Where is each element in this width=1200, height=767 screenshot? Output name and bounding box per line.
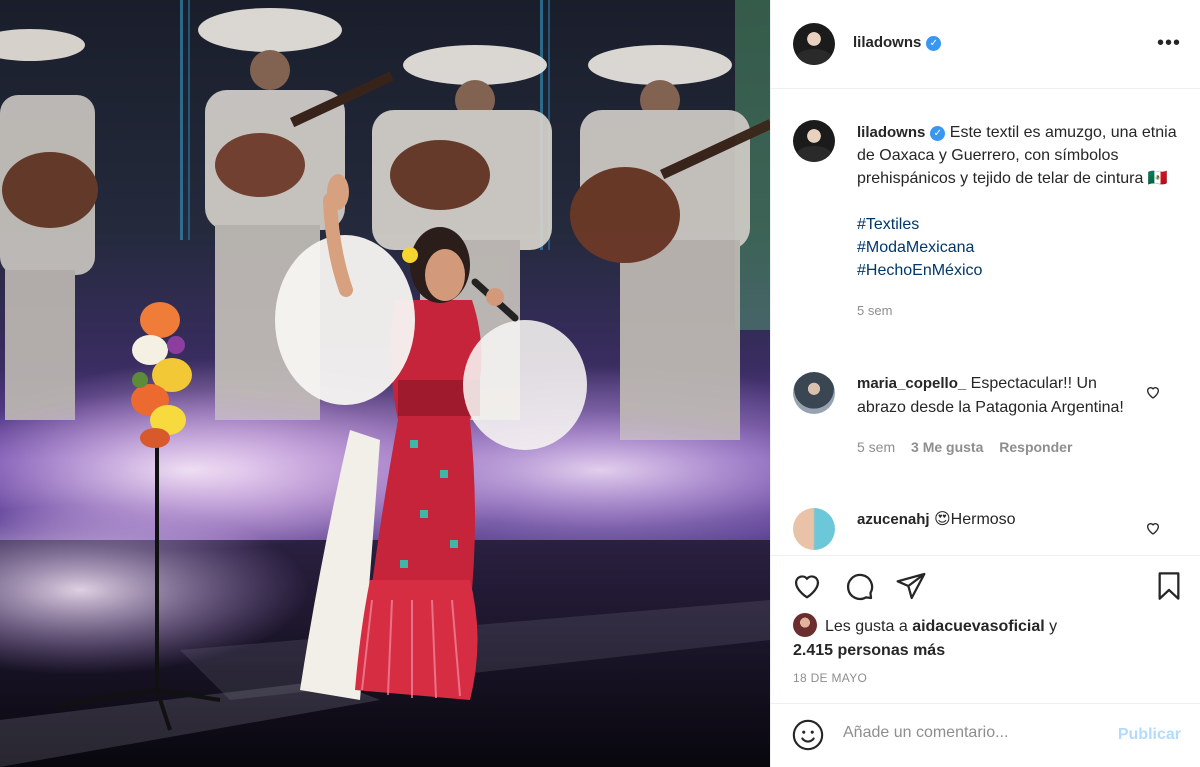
hashtag-link[interactable]: #ModaMexicana — [857, 236, 1177, 259]
post-side-panel: liladowns ✓ ••• liladowns ✓ Este textil es… — [770, 0, 1200, 767]
likes-conj: y — [1049, 618, 1058, 635]
comment-icon[interactable] — [843, 570, 875, 602]
comment-input[interactable] — [843, 724, 1103, 742]
emoji-icon[interactable] — [791, 718, 825, 752]
comment-time[interactable]: 5 sem — [857, 439, 895, 455]
commenter-username[interactable]: maria_copello_ — [857, 375, 966, 392]
comments-section[interactable]: liladowns ✓ Este textil es amuzgo, una et… — [771, 90, 1200, 555]
publish-button[interactable]: Publicar — [1118, 726, 1181, 744]
commenter-avatar[interactable] — [793, 508, 835, 550]
share-icon[interactable] — [895, 570, 927, 602]
comment-likes[interactable]: 3 Me gusta — [911, 439, 983, 455]
caption-username[interactable]: liladowns — [857, 124, 925, 141]
liker-avatar[interactable] — [793, 613, 817, 637]
caption-author-avatar[interactable] — [793, 120, 835, 162]
caption-time[interactable]: 5 sem — [857, 299, 1177, 322]
hashtag-link[interactable]: #HechoEnMéxico — [857, 259, 1177, 282]
author-avatar[interactable] — [793, 23, 835, 65]
verified-badge-icon: ✓ — [930, 126, 946, 141]
likes-count[interactable]: 2.415 personas más — [793, 642, 945, 659]
more-options-icon[interactable]: ••• — [1157, 33, 1181, 53]
verified-badge-icon: ✓ — [926, 36, 942, 51]
likes-prefix: Les gusta a — [825, 618, 908, 635]
author-username[interactable]: liladowns — [853, 34, 921, 51]
likes-summary: Les gusta a aidacuevasoficial y 2.415 pe… — [793, 613, 1183, 663]
commenter-avatar[interactable] — [793, 372, 835, 414]
post-photo[interactable] — [0, 0, 770, 767]
post-header: liladowns ✓ ••• — [771, 0, 1200, 89]
hashtag-link[interactable]: #Textiles — [857, 213, 1177, 236]
like-heart-icon[interactable] — [791, 570, 823, 602]
post-actions: Les gusta a aidacuevasoficial y 2.415 pe… — [771, 555, 1200, 695]
post-date[interactable]: 18 DE MAYO — [793, 671, 867, 685]
stage-scene — [0, 0, 770, 767]
commenter-username[interactable]: azucenahj — [857, 511, 930, 528]
hashtag-list: #Textiles #ModaMexicana #HechoEnMéxico — [857, 213, 1177, 282]
comment-text: 😍Hermoso — [933, 511, 1016, 528]
bookmark-icon[interactable] — [1153, 570, 1185, 602]
comment-heart-icon[interactable] — [1145, 384, 1161, 400]
add-comment-bar: Publicar — [771, 703, 1200, 767]
comment-meta: 5 sem 3 Me gusta Responder — [857, 435, 1142, 459]
comment-heart-icon[interactable] — [1145, 520, 1161, 536]
liker-username[interactable]: aidacuevasoficial — [912, 618, 1045, 635]
reply-button[interactable]: Responder — [999, 439, 1072, 455]
